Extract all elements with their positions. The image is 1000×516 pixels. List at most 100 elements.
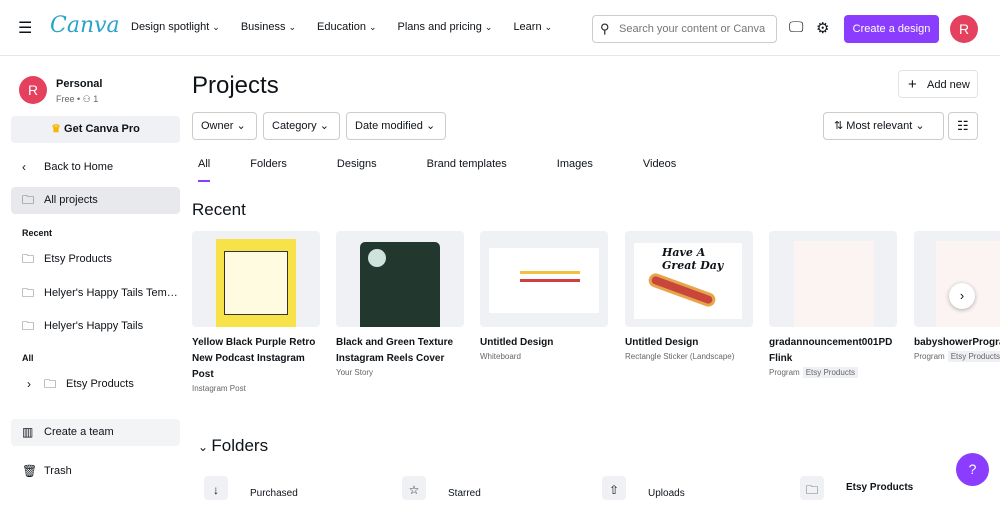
nav-education[interactable]: Education ⌄ — [317, 21, 376, 33]
create-design-button[interactable]: Create a design — [844, 15, 939, 43]
design-title: Black and Green Texture Instagram Reels … — [336, 337, 454, 364]
add-new-button[interactable]: + Add new — [898, 70, 978, 98]
top-nav: Design spotlight ⌄ Business ⌄ Education ⌄ P… — [131, 21, 552, 33]
filter-label: Category — [272, 120, 317, 132]
search-input[interactable]: ⚲ Search your content or Canva — [592, 15, 777, 43]
design-title: Untitled Design — [625, 337, 699, 348]
nav-business[interactable]: Business ⌄ — [241, 21, 296, 33]
nav-label: Education — [317, 21, 366, 33]
filter-label: Owner — [201, 120, 234, 132]
nav-plans-pricing[interactable]: Plans and pricing ⌄ — [398, 21, 493, 33]
design-card[interactable]: Yellow Black Purple Retro New Podcast In… — [192, 231, 320, 393]
design-card[interactable]: Untitled Design Whiteboard — [480, 231, 608, 361]
chevron-down-icon[interactable]: ⌄ — [198, 440, 211, 454]
design-card[interactable]: gradannouncement001PDFlink Program Etsy P… — [769, 231, 897, 378]
account-name[interactable]: Personal — [56, 78, 102, 90]
recent-heading: Recent — [22, 228, 53, 238]
sort-dropdown[interactable]: ⇅ Most relevant ⌄ — [823, 112, 944, 140]
sidebar-recent-folder[interactable]: 🗀 Helyer's Happy Tails — [11, 313, 180, 340]
folder-card-starred[interactable]: ☆ Starred — [396, 476, 566, 516]
folder-icon: 🗀 — [22, 252, 35, 266]
design-title: babyshowerProgram — [914, 337, 1000, 348]
design-thumbnail: Have A Great Day — [625, 231, 753, 327]
design-thumbnail — [336, 231, 464, 327]
list-view-icon: ☷ — [957, 118, 969, 133]
help-button[interactable]: ? — [956, 453, 989, 486]
star-icon: ☆ — [402, 476, 426, 500]
canva-logo[interactable]: Canva — [50, 13, 120, 38]
sidebar-all-folder[interactable]: › 🗀 Etsy Products — [11, 371, 180, 398]
folder-label: Starred — [448, 488, 481, 499]
design-title: Yellow Black Purple Retro New Podcast In… — [192, 337, 316, 380]
download-icon: ↓ — [204, 476, 228, 500]
upload-cloud-icon: ⇧ — [602, 476, 626, 500]
tab-all[interactable]: All — [198, 158, 211, 182]
date-modified-filter[interactable]: Date modified ⌄ — [346, 112, 446, 140]
design-type: Instagram Post — [192, 384, 246, 393]
tab-bar: All Folders Designs Brand templates Imag… — [198, 158, 726, 182]
sidebar-recent-folder[interactable]: 🗀 Helyer's Happy Tails Tem… — [11, 280, 180, 307]
tab-folders[interactable]: Folders — [250, 158, 287, 182]
folder-tag[interactable]: Etsy Products — [802, 367, 859, 378]
chevron-down-icon: ⌄ — [484, 22, 493, 32]
list-view-toggle[interactable]: ☷ — [948, 112, 978, 140]
sort-label: Most relevant — [846, 120, 913, 132]
folder-card-etsy-products[interactable]: 🗀 Etsy Products — [794, 476, 964, 516]
chevron-down-icon: ⌄ — [288, 22, 297, 32]
account-avatar[interactable]: R — [19, 76, 47, 104]
item-label: Etsy Products — [44, 253, 112, 265]
design-card[interactable]: Black and Green Texture Instagram Reels … — [336, 231, 464, 377]
top-header: ☰ Canva Design spotlight ⌄ Business ⌄ Educ… — [0, 0, 1000, 56]
hamburger-menu-icon[interactable]: ☰ — [18, 18, 32, 38]
carousel-next-button[interactable]: › — [949, 283, 975, 309]
design-thumbnail — [480, 231, 608, 327]
nav-design-spotlight[interactable]: Design spotlight ⌄ — [131, 21, 220, 33]
team-icon: ▥ — [22, 425, 34, 439]
design-type: Your Story — [336, 368, 374, 377]
nav-label: Learn — [513, 21, 542, 33]
tab-images[interactable]: Images — [557, 158, 593, 182]
folder-icon: 🗀 — [44, 377, 57, 391]
back-label: Back to Home — [44, 161, 114, 173]
sidebar-item-all-projects[interactable]: 🗀 All projects — [11, 187, 180, 214]
item-label: All projects — [44, 194, 98, 206]
folder-label: Etsy Products — [846, 482, 914, 493]
design-thumbnail — [769, 231, 897, 327]
user-avatar[interactable]: R — [950, 15, 978, 43]
nav-label: Design spotlight — [131, 21, 210, 33]
chevron-down-icon: ⌄ — [368, 22, 377, 32]
nav-learn[interactable]: Learn ⌄ — [513, 21, 552, 33]
item-label: Helyer's Happy Tails Tem… — [44, 287, 178, 299]
gear-icon[interactable]: ⚙ — [816, 19, 829, 37]
tab-brand-templates[interactable]: Brand templates — [427, 158, 507, 182]
tab-designs[interactable]: Designs — [337, 158, 377, 182]
owner-filter[interactable]: Owner ⌄ — [192, 112, 257, 140]
trash-icon: 🗑 — [22, 464, 38, 478]
main-content: Projects + Add new Owner ⌄ Category ⌄ Dat… — [192, 56, 1000, 500]
folder-tag[interactable]: Etsy Products — [947, 351, 1000, 362]
back-to-home[interactable]: ‹ Back to Home — [11, 154, 180, 181]
design-card[interactable]: Have A Great Day Untitled Design Rectang… — [625, 231, 753, 361]
folder-card-uploads[interactable]: ⇧ Uploads — [596, 476, 766, 516]
category-filter[interactable]: Category ⌄ — [263, 112, 340, 140]
item-label: Trash — [44, 465, 72, 477]
get-canva-pro-button[interactable]: ♛ Get Canva Pro — [11, 116, 180, 143]
tab-videos[interactable]: Videos — [643, 158, 676, 182]
folder-label: Purchased — [250, 488, 298, 499]
chevron-down-icon: ⌄ — [915, 120, 925, 132]
folder-icon: 🗀 — [22, 286, 35, 300]
all-heading: All — [22, 353, 34, 363]
sidebar-recent-folder[interactable]: 🗀 Etsy Products — [11, 246, 180, 273]
page-title: Projects — [192, 72, 279, 99]
folder-icon: 🗀 — [22, 319, 35, 333]
chevron-right-icon[interactable]: › — [27, 371, 31, 398]
item-label: Create a team — [44, 426, 114, 438]
nav-label: Plans and pricing — [397, 21, 482, 33]
design-meta: Program Etsy Products — [914, 351, 1000, 362]
create-team-button[interactable]: ▥ Create a team — [11, 419, 180, 446]
sidebar-item-trash[interactable]: 🗑 Trash — [11, 458, 180, 485]
chevron-down-icon: ⌄ — [212, 22, 220, 32]
chevron-down-icon: ⌄ — [319, 120, 329, 132]
folder-card-purchased[interactable]: ↓ Purchased — [198, 476, 368, 516]
desktop-app-icon[interactable]: 🖵 — [789, 19, 803, 36]
